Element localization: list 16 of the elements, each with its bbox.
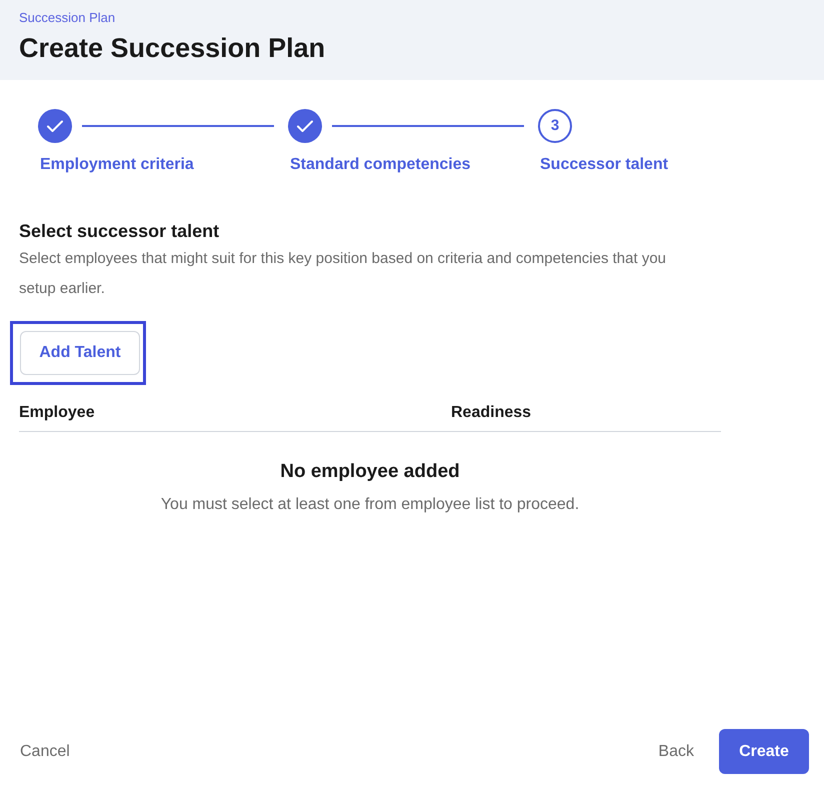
empty-state-title: No employee added — [280, 460, 460, 484]
back-button[interactable]: Back — [653, 729, 699, 774]
empty-state-message: You must select at least one from employee list to proceed. — [160, 494, 580, 514]
cancel-button[interactable]: Cancel — [15, 729, 75, 774]
column-header: Employee — [19, 403, 96, 423]
breadcrumb-link[interactable]: Succession Plan — [19, 10, 805, 26]
create-button[interactable]: Create — [719, 729, 809, 774]
section-description: Select employees that might suit for this key position based on criteria and competencies that you setup earlier. — [19, 249, 668, 299]
section-title: Select successor talent — [19, 220, 220, 243]
step-label: Standard competencies — [290, 155, 472, 175]
column-header: Readiness — [451, 403, 532, 423]
step-number: 3 — [538, 109, 572, 143]
page-title: Create Succession Plan — [19, 32, 326, 65]
step-label: Employment criteria — [40, 155, 195, 175]
add-talent-button[interactable]: Add Talent — [20, 331, 140, 375]
step-label: Successor talent — [540, 155, 670, 175]
